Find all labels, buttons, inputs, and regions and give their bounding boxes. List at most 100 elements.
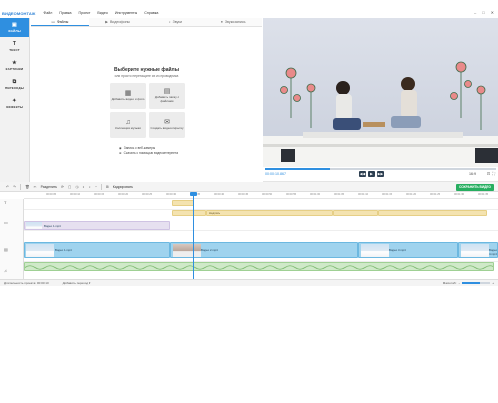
volume-icon[interactable]: ◔ — [95, 185, 97, 189]
fullscreen-icon[interactable]: ⛶ — [492, 171, 495, 176]
rotate-icon[interactable]: ⟳ — [61, 185, 64, 189]
menu-edit[interactable]: Правка — [59, 11, 71, 15]
sidebar-item-transitions[interactable]: ⧉ ПЕРЕХОДЫ — [0, 75, 29, 94]
clip-thumbnail — [173, 244, 201, 257]
crop-icon[interactable]: ⊞ — [106, 185, 109, 189]
ruler-tick: 00:00:15 — [94, 193, 105, 196]
timeline-ruler[interactable]: 00:00:05 00:00:10 00:00:15 00:00:20 00:00:25… — [24, 192, 498, 199]
create-postcard-button[interactable]: ✉ Создать видеооткрытку — [149, 112, 185, 138]
menu-bar: ВИДЕОМОНТАЖ Файл Правка Проект Видео Инс… — [0, 8, 498, 18]
save-video-button[interactable]: СОХРАНИТЬ ВИДЕО — [456, 183, 494, 191]
clip-thumbnail — [26, 222, 42, 229]
tab-label: Звуки — [172, 20, 182, 24]
add-folder-button[interactable]: ▤ Добавить папку с файлами — [149, 83, 185, 109]
zoom-out-icon[interactable]: − — [458, 281, 460, 285]
video-preview[interactable] — [263, 18, 498, 167]
overlay-clip[interactable]: Видео 1.mp4 — [24, 221, 170, 230]
app-window: ВИДЕОМОНТАЖ Файл Правка Проект Видео Инс… — [0, 8, 498, 286]
redo-icon[interactable]: ↷ — [13, 185, 16, 189]
sidebar-item-images[interactable]: ★ КАРТИНКИ — [0, 56, 29, 75]
panel-title: Выберите нужные файлы — [113, 67, 180, 73]
sidebar-item-files[interactable]: ▣ ФАЙЛЫ — [0, 18, 29, 37]
aspect-ratio-select[interactable]: 16:9 — [469, 172, 476, 176]
text-clip[interactable]: Надпись — [206, 210, 333, 216]
tile-label: Добавить папку с файлами — [154, 95, 180, 103]
ruler-tick: 00:00:45 — [238, 193, 249, 196]
images-icon: ★ — [12, 59, 17, 66]
sidebar-item-effects[interactable]: ✦ ЭФФЕКТЫ — [0, 94, 29, 113]
app-logo: ВИДЕОМОНТАЖ — [2, 10, 36, 16]
close-icon[interactable]: ✕ — [491, 10, 494, 15]
sidebar-item-label: КАРТИНКИ — [5, 66, 24, 71]
preview-controls: 00:00:10.867 ◀◀ ▶ ▶▶ 16:9 ⊡ ⛶ — [263, 167, 498, 182]
audio-clip[interactable] — [24, 262, 494, 271]
delete-icon[interactable]: 🗑 — [25, 185, 30, 189]
panel-subtitle: или просто перетащите их из проводника — [114, 74, 179, 78]
color-icon[interactable]: ◐ — [83, 185, 85, 189]
text-clip[interactable] — [172, 200, 194, 206]
menu-video[interactable]: Видео — [97, 11, 108, 15]
timecode: 00:00:10.867 — [265, 172, 286, 176]
zoom-label: Масштаб: — [442, 281, 457, 285]
preview-extra: ⊡ ⛶ — [487, 171, 495, 176]
tab-label: Видеофоны — [109, 20, 131, 24]
files-panel: Выберите нужные файлы или просто перетащ… — [31, 27, 262, 182]
tab-sounds[interactable]: ♪ Звуки — [147, 18, 205, 26]
progress-bar[interactable] — [265, 168, 496, 170]
left-sidebar: ▣ ФАЙЛЫ T ТЕКСТ ★ КАРТИНКИ ⧉ ПЕРЕХОДЫ ✦ … — [0, 18, 30, 182]
link-label: Скачать с помощью видеоинтернета — [123, 151, 179, 155]
video-clip[interactable]: Видео 3.mp4 — [358, 242, 458, 258]
crop-button[interactable]: Кадрировать — [113, 185, 133, 189]
timeline-tracks: Надпись Видео 1.mp4 Видео 1.mp4 Видео 2.… — [24, 199, 498, 279]
snapshot-icon[interactable]: ⊡ — [487, 171, 490, 176]
menu-project[interactable]: Проект — [79, 11, 91, 15]
video-clip[interactable]: Видео 1.mp4 — [24, 242, 170, 258]
clip-label: Видео 1.mp4 — [55, 248, 72, 252]
menu-help[interactable]: Справка — [144, 11, 158, 15]
tile-label: Коллекция музыки — [115, 126, 141, 131]
speed-icon[interactable]: ◷ — [75, 185, 78, 189]
tab-files[interactable]: ▭ Файлы — [31, 18, 89, 26]
split-icon[interactable]: ✂ — [34, 185, 37, 189]
ruler-tick: 00:01:00 — [310, 193, 321, 196]
zoom-slider[interactable] — [462, 282, 491, 284]
track-headers: T ▭ ▤ ♫ — [0, 199, 24, 279]
undo-icon[interactable]: ↶ — [6, 185, 9, 189]
add-transition-dropdown[interactable]: Добавить переход ▾ — [63, 281, 91, 285]
ruler-tick: 00:01:15 — [382, 193, 393, 196]
menu-file[interactable]: Файл — [44, 11, 53, 15]
action-tiles: ▦ Добавить видео и фото ▤ Добавить папку… — [110, 83, 185, 138]
ruler-tick: 00:00:50 — [262, 193, 273, 196]
music-collection-button[interactable]: ♫ Коллекция музыки — [110, 112, 146, 138]
video-clip[interactable]: Видео 2.mp4 — [170, 242, 358, 258]
tab-video-backgrounds[interactable]: ▶ Видеофоны — [89, 18, 147, 26]
playhead[interactable] — [193, 192, 194, 279]
text-clip[interactable] — [172, 210, 206, 216]
overlay-track-icon: ▭ — [4, 220, 8, 225]
forward-button[interactable]: ▶▶ — [377, 171, 384, 177]
zoom-in-icon[interactable]: + — [492, 281, 494, 285]
maximize-icon[interactable]: □ — [482, 10, 484, 15]
tab-recording[interactable]: ● Звукозапись — [204, 18, 262, 26]
photo-clip[interactable] — [378, 210, 487, 216]
sidebar-item-label: ПЕРЕХОДЫ — [4, 85, 25, 90]
photo-clip[interactable] — [333, 210, 378, 216]
minimize-icon[interactable]: – — [474, 10, 476, 15]
sidebar-item-text[interactable]: T ТЕКСТ — [0, 37, 29, 56]
play-button[interactable]: ▶ — [368, 171, 375, 177]
ruler-tick: 00:00:20 — [118, 193, 129, 196]
sidebar-item-label: ФАЙЛЫ — [8, 28, 21, 33]
playback-buttons: ◀◀ ▶ ▶▶ — [359, 171, 384, 177]
rewind-button[interactable]: ◀◀ — [359, 171, 366, 177]
track-separator — [24, 230, 498, 231]
clip-thumbnail — [461, 244, 489, 257]
audio-icon[interactable]: ♪ — [89, 185, 91, 189]
menu-tools[interactable]: Инструменты — [115, 11, 137, 15]
text-icon: T — [12, 40, 17, 47]
split-button[interactable]: Разделить — [41, 185, 57, 189]
add-media-button[interactable]: ▦ Добавить видео и фото — [110, 83, 146, 109]
crop-toggle-icon[interactable]: ▢ — [68, 185, 71, 189]
download-link[interactable]: ⊕ Скачать с помощью видеоинтернета — [119, 151, 178, 156]
video-clip[interactable]: Видео 4.mp4 — [458, 242, 498, 258]
ruler-tick: 00:00:10 — [70, 193, 81, 196]
